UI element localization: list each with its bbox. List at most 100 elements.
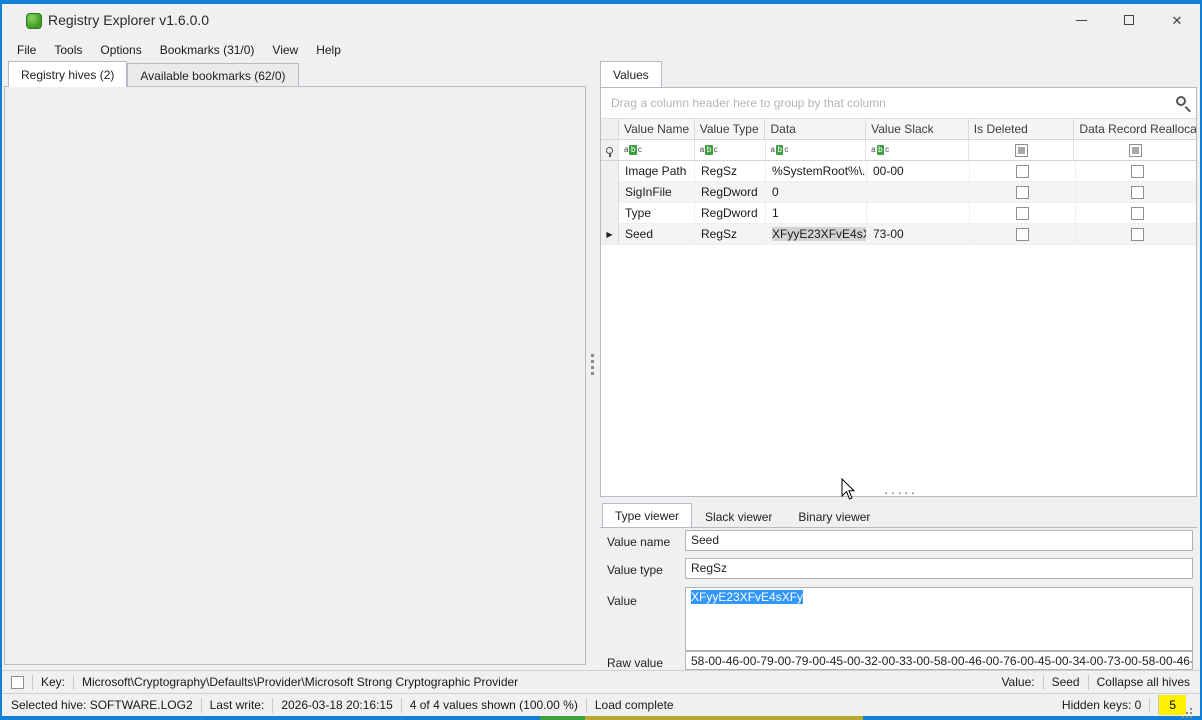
menu-options[interactable]: Options — [91, 40, 150, 60]
row-gutter — [601, 182, 619, 202]
value-slack-cell[interactable] — [867, 203, 970, 223]
is-deleted-cell[interactable] — [970, 203, 1076, 223]
value-type-cell[interactable]: RegDword — [695, 182, 766, 202]
values-filter-row: abc abc abc abc — [601, 140, 1196, 161]
is-deleted-cell[interactable] — [970, 161, 1076, 181]
value-row[interactable]: SigInFileRegDword0 — [601, 182, 1196, 203]
separator — [1088, 675, 1089, 690]
values-tab-bar: Values — [600, 61, 662, 87]
tab-binary-viewer[interactable]: Binary viewer — [785, 505, 883, 528]
checkbox-unchecked-icon[interactable] — [1016, 207, 1029, 220]
data-cell[interactable]: 1 — [766, 203, 867, 223]
is-deleted-cell[interactable] — [970, 224, 1076, 244]
checkbox-unchecked-icon[interactable] — [1016, 186, 1029, 199]
viewer-splitter-icon[interactable]: ····· — [884, 484, 917, 500]
column-header-value-type[interactable]: Value Type — [695, 119, 766, 139]
collapse-all-hives-button[interactable]: Collapse all hives — [1097, 675, 1190, 689]
column-header-value-name[interactable]: Value Name — [619, 119, 695, 139]
raw-value-field[interactable]: 58-00-46-00-79-00-79-00-45-00-32-00-33-0… — [685, 651, 1193, 670]
search-icon[interactable] — [1176, 96, 1186, 106]
checkbox-unchecked-icon[interactable] — [1131, 228, 1144, 241]
filter-value-name-input[interactable]: abc — [619, 140, 695, 160]
data-record-cell[interactable] — [1076, 161, 1198, 181]
row-gutter: ▶ — [601, 224, 619, 244]
column-header-value-slack[interactable]: Value Slack — [866, 119, 969, 139]
filter-data-input[interactable]: abc — [766, 140, 867, 160]
checkbox-unchecked-icon[interactable] — [1016, 165, 1029, 178]
menu-tools[interactable]: Tools — [45, 40, 91, 60]
filter-value-slack-input[interactable]: abc — [866, 140, 969, 160]
value-type-label: Value type — [607, 563, 663, 577]
selected-value-text: XFyyE23XFvE4sXFy — [691, 590, 803, 604]
left-tab-bar: Registry hives (2) Available bookmarks (… — [8, 61, 299, 87]
checkbox-unchecked-icon[interactable] — [1016, 228, 1029, 241]
separator — [1043, 675, 1044, 690]
data-record-cell[interactable] — [1076, 203, 1198, 223]
close-button[interactable]: ✕ — [1154, 4, 1200, 36]
window-border — [0, 0, 2, 720]
separator — [32, 675, 33, 690]
checkbox-unchecked-icon[interactable] — [1131, 165, 1144, 178]
value-type-cell[interactable]: RegSz — [695, 224, 766, 244]
value-field[interactable]: XFyyE23XFvE4sXFy — [685, 587, 1193, 651]
value-name-cell[interactable]: Seed — [619, 224, 695, 244]
group-by-hint: Drag a column header here to group by th… — [611, 96, 886, 110]
filter-is-deleted-checkbox[interactable] — [969, 140, 1075, 160]
separator — [401, 698, 402, 713]
value-row[interactable]: Image PathRegSz%SystemRoot%\...00-00 — [601, 161, 1196, 182]
value-slack-cell[interactable]: 00-00 — [867, 161, 970, 181]
menu-file[interactable]: File — [8, 40, 45, 60]
data-record-cell[interactable] — [1076, 182, 1198, 202]
tab-available-bookmarks[interactable]: Available bookmarks (62/0) — [127, 63, 298, 87]
separator — [272, 698, 273, 713]
abc-filter-icon: abc — [700, 145, 718, 155]
key-bar: Key: Microsoft\Cryptography\Defaults\Pro… — [2, 670, 1200, 693]
value-slack-cell[interactable] — [867, 182, 970, 202]
filter-value-type-input[interactable]: abc — [695, 140, 766, 160]
checkbox-unchecked-icon[interactable] — [1131, 186, 1144, 199]
filter-row-gutter — [601, 140, 619, 160]
tab-slack-viewer[interactable]: Slack viewer — [692, 505, 785, 528]
value-name-cell[interactable]: SigInFile — [619, 182, 695, 202]
value-type-field[interactable]: RegSz — [685, 558, 1193, 579]
tab-values[interactable]: Values — [600, 61, 662, 87]
value-name-field[interactable]: Seed — [685, 530, 1193, 551]
status-bar: Selected hive: SOFTWARE.LOG2 Last write:… — [2, 693, 1200, 716]
data-cell[interactable]: %SystemRoot%\... — [766, 161, 867, 181]
value-type-cell[interactable]: RegDword — [695, 203, 766, 223]
group-by-bar[interactable]: Drag a column header here to group by th… — [601, 88, 1196, 119]
tab-type-viewer[interactable]: Type viewer — [602, 503, 692, 528]
is-deleted-cell[interactable] — [970, 182, 1076, 202]
filter-data-record-checkbox[interactable] — [1074, 140, 1196, 160]
menu-view[interactable]: View — [263, 40, 307, 60]
values-header-row: Value Name Value Type Data Value Slack I… — [601, 119, 1196, 140]
taskbar-edge — [585, 716, 863, 720]
separator — [73, 675, 74, 690]
value-name-cell[interactable]: Image Path — [619, 161, 695, 181]
value-slack-cell[interactable]: 73-00 — [867, 224, 970, 244]
value-row[interactable]: TypeRegDword1 — [601, 203, 1196, 224]
value-bar-label: Value: — [1001, 675, 1034, 689]
column-header-is-deleted[interactable]: Is Deleted — [969, 119, 1075, 139]
value-row[interactable]: ▶SeedRegSzXFyyE23XFvE4sXFy73-00 — [601, 224, 1196, 245]
value-name-cell[interactable]: Type — [619, 203, 695, 223]
checkbox-unchecked-icon[interactable] — [1131, 207, 1144, 220]
key-checkbox[interactable] — [11, 676, 24, 689]
values-header-gutter — [601, 119, 619, 139]
status-badge[interactable]: 5 — [1158, 695, 1186, 715]
maximize-icon — [1124, 15, 1134, 25]
column-header-data[interactable]: Data — [765, 119, 866, 139]
data-cell[interactable]: XFyyE23XFvE4sXFy — [766, 224, 867, 244]
tab-registry-hives[interactable]: Registry hives (2) — [8, 61, 127, 87]
minimize-button[interactable] — [1058, 4, 1104, 36]
data-record-cell[interactable] — [1076, 224, 1198, 244]
resize-grip-icon[interactable] — [1190, 708, 1192, 710]
menu-help[interactable]: Help — [307, 40, 350, 60]
column-header-data-record[interactable]: Data Record Realloca... — [1074, 119, 1196, 139]
value-type-cell[interactable]: RegSz — [695, 161, 766, 181]
taskbar-edge — [540, 716, 585, 720]
menu-bookmarks[interactable]: Bookmarks (31/0) — [151, 40, 264, 60]
maximize-button[interactable] — [1106, 4, 1152, 36]
data-cell[interactable]: 0 — [766, 182, 867, 202]
panel-splitter-icon[interactable] — [591, 354, 594, 357]
